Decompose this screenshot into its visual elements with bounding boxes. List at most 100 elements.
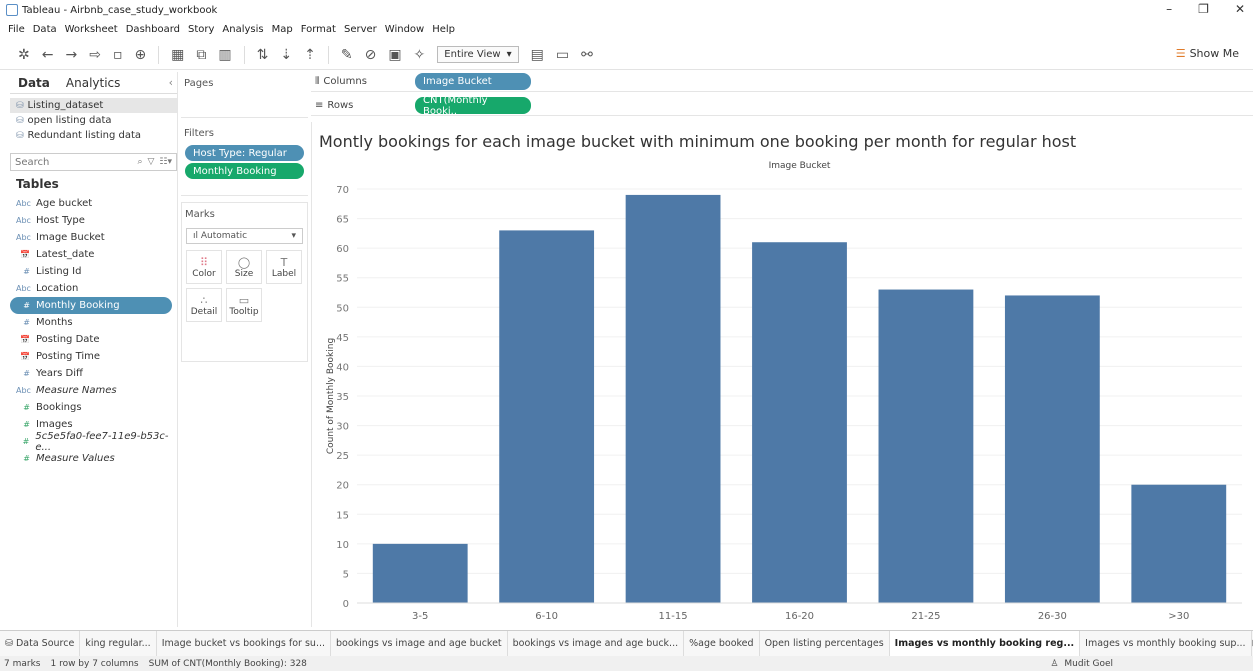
viz-area: Montly bookings for each image bucket wi… — [311, 122, 1253, 627]
fit-view-label: Entire View — [444, 49, 501, 60]
sheet-tab[interactable]: Images vs monthly booking reg... — [889, 631, 1081, 656]
redo-icon[interactable]: ⇨ — [89, 47, 101, 63]
sheet-tab[interactable]: Image bucket vs bookings for su... — [157, 631, 332, 656]
menu-server[interactable]: Server — [344, 24, 377, 35]
pane-tabs: Data Analytics ‹ — [10, 72, 177, 94]
duplicate-icon[interactable]: ⧉ — [196, 47, 206, 63]
field-item[interactable]: Abc Age bucket — [10, 195, 177, 212]
sheet-tab[interactable]: king regular... — [80, 631, 157, 656]
field-item[interactable]: Abc Host Type — [10, 212, 177, 229]
forward-arrow-icon[interactable]: → — [65, 47, 77, 63]
minimize-button[interactable]: – — [1166, 2, 1172, 16]
tooltip-button[interactable]: ▭ Tooltip — [226, 288, 262, 322]
field-item[interactable]: #5c5e5fa0-fee7-11e9-b53c-e... — [10, 431, 177, 453]
field-item[interactable]: Abc Image Bucket — [10, 229, 177, 246]
label-button[interactable]: T Label — [266, 250, 302, 284]
menu-format[interactable]: Format — [301, 24, 336, 35]
columns-shelf[interactable]: ⦀ Columns Image Bucket — [311, 72, 1253, 92]
menu-file[interactable]: File — [8, 24, 25, 35]
x-axis-title: Image Bucket — [769, 161, 831, 171]
search-input[interactable] — [15, 156, 125, 168]
tab-analytics[interactable]: Analytics — [58, 76, 129, 90]
highlight-icon[interactable]: ✎ — [341, 47, 353, 63]
new-datasource-icon[interactable]: ⊕ — [134, 47, 146, 63]
menu-story[interactable]: Story — [188, 24, 214, 35]
filters-card[interactable]: Filters Host Type: Regular Monthly Booki… — [181, 122, 308, 196]
field-item[interactable]: # Measure Values — [10, 450, 177, 467]
field-item[interactable]: Abc Measure Names — [10, 382, 177, 399]
view-options-icon[interactable]: ☷▾ — [159, 157, 172, 167]
filter-pill-host-type[interactable]: Host Type: Regular — [185, 145, 304, 161]
y-tick-label: 35 — [336, 392, 349, 403]
swap-icon[interactable]: ⇅ — [257, 47, 269, 63]
show-cards-icon[interactable]: ▤ — [531, 47, 544, 63]
sort-ascending-icon[interactable]: ⇣ — [280, 47, 292, 63]
menu-data[interactable]: Data — [33, 24, 57, 35]
menu-help[interactable]: Help — [432, 24, 455, 35]
y-tick-label: 45 — [336, 333, 349, 344]
new-worksheet-icon[interactable]: ▦ — [171, 47, 184, 63]
filter-icon[interactable]: ▽ — [147, 157, 154, 167]
share-icon[interactable]: ⚯ — [581, 47, 593, 63]
tab-data-source[interactable]: ⛁ Data Source — [0, 631, 81, 656]
close-button[interactable]: ✕ — [1235, 2, 1245, 16]
back-arrow-icon[interactable]: ← — [42, 47, 54, 63]
color-button[interactable]: ⠿ Color — [186, 250, 222, 284]
size-button[interactable]: ◯ Size — [226, 250, 262, 284]
sheet-tab[interactable]: Open listing percentages — [760, 631, 890, 656]
columns-pill-image-bucket[interactable]: Image Bucket — [415, 73, 531, 90]
pin-icon[interactable]: ✧ — [414, 47, 426, 63]
field-item[interactable]: 📅 Latest_date — [10, 246, 177, 263]
collapse-pane-icon[interactable]: ‹ — [169, 76, 177, 89]
field-item[interactable]: # Listing Id — [10, 263, 177, 280]
user-menu[interactable]: ♙ Mudit Goel — [1050, 659, 1113, 669]
menu-worksheet[interactable]: Worksheet — [65, 24, 118, 35]
show-me-button[interactable]: ☰ Show Me — [1176, 47, 1239, 60]
search-icon[interactable]: ⌕ — [137, 157, 142, 167]
data-source-item[interactable]: ⛁ Listing_dataset — [10, 98, 177, 113]
detail-button[interactable]: ∴ Detail — [186, 288, 222, 322]
field-item[interactable]: 📅 Posting Date — [10, 331, 177, 348]
maximize-button[interactable]: ❐ — [1198, 2, 1209, 16]
rows-shelf[interactable]: ≡ Rows CNT(Monthly Booki.. — [311, 95, 1253, 117]
sheet-tab[interactable]: bookings vs image and age buck... — [508, 631, 685, 656]
bar — [1131, 484, 1227, 603]
x-tick-label: 26-30 — [1038, 611, 1067, 622]
field-item[interactable]: # Monthly Booking — [10, 297, 172, 314]
labels-icon[interactable]: ▣ — [388, 47, 401, 63]
field-item[interactable]: # Bookings — [10, 399, 177, 416]
fit-view-dropdown[interactable]: Entire View ▾ — [437, 46, 519, 63]
sheet-tab[interactable]: %age booked — [684, 631, 760, 656]
y-tick-label: 60 — [336, 244, 349, 255]
field-item[interactable]: 📅 Posting Time — [10, 348, 177, 365]
filter-pill-monthly-booking[interactable]: Monthly Booking — [185, 163, 304, 179]
menu-analysis[interactable]: Analysis — [222, 24, 263, 35]
group-icon[interactable]: ⊘ — [365, 47, 377, 63]
field-label: Years Diff — [36, 368, 83, 379]
menu-dashboard[interactable]: Dashboard — [126, 24, 180, 35]
window-title: Tableau - Airbnb_case_study_workbook — [22, 4, 218, 16]
field-item[interactable]: Abc Location — [10, 280, 177, 297]
data-source-item[interactable]: ⛁ Redundant listing data — [10, 128, 177, 143]
y-tick-label: 20 — [336, 481, 349, 492]
tab-data[interactable]: Data — [10, 76, 58, 90]
field-item[interactable]: # Months — [10, 314, 177, 331]
sort-descending-icon[interactable]: ⇡ — [304, 47, 316, 63]
menu-map[interactable]: Map — [272, 24, 293, 35]
y-tick-label: 70 — [336, 185, 349, 196]
rows-pill-cnt-monthly-booking[interactable]: CNT(Monthly Booki.. — [415, 95, 531, 117]
data-source-item[interactable]: ⛁ open listing data — [10, 113, 177, 128]
presentation-icon[interactable]: ▭ — [556, 47, 569, 63]
sheet-tab[interactable]: bookings vs image and age bucket — [331, 631, 508, 656]
tableau-logo-icon[interactable]: ✲ — [18, 47, 30, 63]
clear-sheet-icon[interactable]: ▥ — [218, 47, 231, 63]
datasource-icon: ⛁ — [16, 130, 24, 141]
field-item[interactable]: # Years Diff — [10, 365, 177, 382]
marks-buttons: ⠿ Color ◯ Size T Label ∴ Detail ▭ Toolti… — [182, 250, 307, 322]
mark-type-dropdown[interactable]: ıl Automatic ▾ — [186, 228, 303, 244]
pages-card[interactable]: Pages — [181, 72, 308, 118]
save-icon[interactable]: ▫ — [113, 47, 123, 63]
menu-window[interactable]: Window — [385, 24, 424, 35]
field-list: Abc Age bucket Abc Host Type Abc Image Bucket… — [10, 195, 177, 467]
sheet-tab[interactable]: Images vs monthly booking sup... — [1080, 631, 1252, 656]
